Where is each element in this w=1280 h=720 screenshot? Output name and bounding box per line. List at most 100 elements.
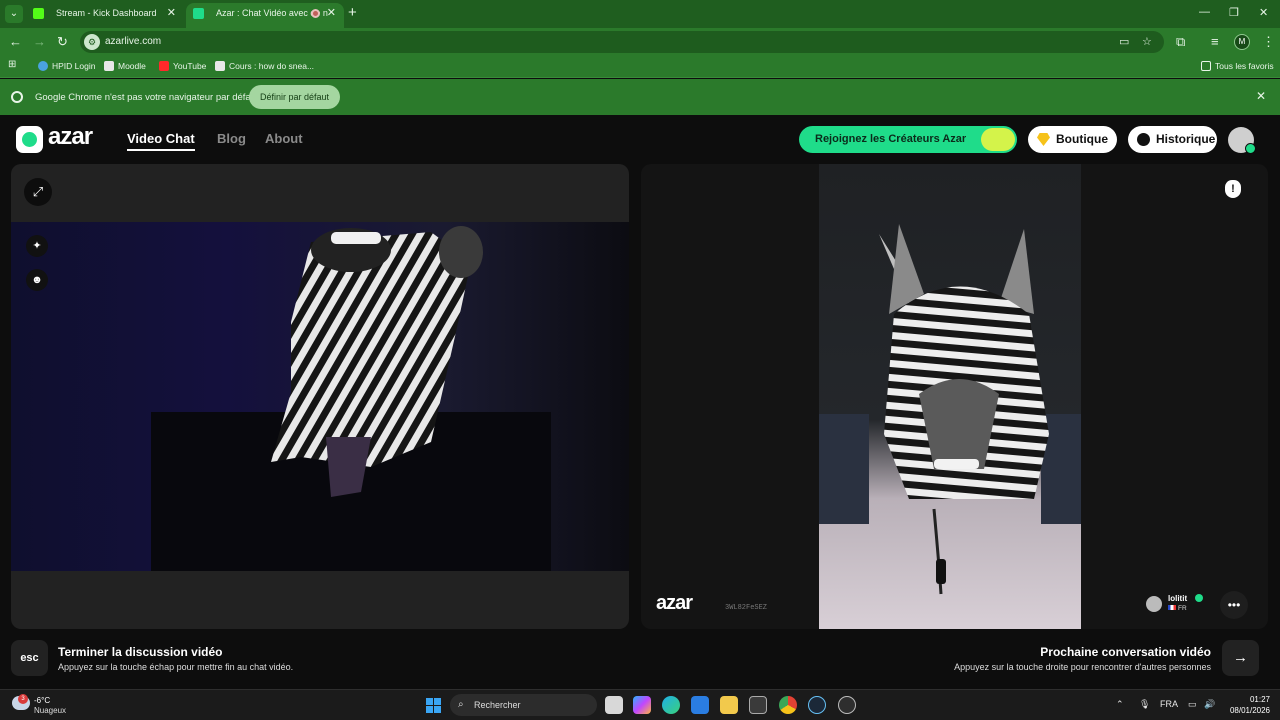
chrome-taskbar-icon[interactable] xyxy=(779,696,797,714)
session-id: 3WL82FeSEZ xyxy=(725,604,768,612)
youtube-icon xyxy=(159,61,169,71)
bookmark-moodle[interactable]: Moodle xyxy=(104,61,146,71)
tab-label: Stream - Kick Dashboard xyxy=(56,8,157,18)
peer-country: FR xyxy=(1168,605,1187,612)
bookmark-hpid[interactable]: HPID Login xyxy=(38,61,95,71)
user-avatar[interactable] xyxy=(1228,127,1256,154)
windows-start-icon[interactable] xyxy=(426,698,441,713)
local-video-panel: ⤢ ✦ ☻ xyxy=(11,164,629,629)
folder-icon xyxy=(1201,61,1211,71)
verified-badge-icon xyxy=(1195,594,1203,602)
next-arrow-button[interactable]: → xyxy=(1222,640,1259,676)
face-filter-icon[interactable]: ☻ xyxy=(26,269,48,291)
set-default-button[interactable]: Définir par défaut xyxy=(249,85,340,109)
nav-about[interactable]: About xyxy=(265,131,303,146)
close-infobar-icon[interactable]: ✕ xyxy=(1256,89,1266,103)
copilot-icon[interactable] xyxy=(633,696,651,714)
tab-strip: ⌄ Stream - Kick Dashboard ✕ Azar : Chat … xyxy=(0,0,1280,28)
cast-icon[interactable]: ▭ xyxy=(1119,35,1129,48)
reload-icon[interactable]: ↻ xyxy=(57,34,68,50)
apps-grid-icon[interactable]: ⊞ xyxy=(8,59,16,70)
kick-favicon-icon xyxy=(33,8,44,19)
tab-search-button[interactable]: ⌄ xyxy=(5,5,23,23)
azar-watermark: azar xyxy=(656,592,693,614)
steam-icon[interactable] xyxy=(808,696,826,714)
volume-icon[interactable]: 🔊 xyxy=(1204,699,1215,710)
new-tab-button[interactable]: + xyxy=(348,4,357,21)
bookmarks-bar: ⊞ HPID Login Moodle YouTube Cours : how … xyxy=(0,56,1280,78)
esc-key-button[interactable]: esc xyxy=(11,640,48,676)
diamond-icon xyxy=(1037,133,1050,146)
globe-icon xyxy=(38,61,48,71)
zebra-mask-filter xyxy=(151,226,551,571)
system-clock[interactable]: 01:27 08/01/2026 xyxy=(1222,694,1270,716)
chrome-menu-icon[interactable]: ⋮ xyxy=(1262,34,1275,50)
chrome-icon xyxy=(11,91,23,103)
join-creators-button[interactable]: Rejoignez les Créateurs Azar xyxy=(799,126,1017,153)
shop-button[interactable]: Boutique xyxy=(1028,126,1117,153)
azar-logo[interactable]: azar xyxy=(48,123,93,151)
taskbar-search[interactable]: ⌕ Rechercher xyxy=(450,694,597,716)
window-close-button[interactable]: ✕ xyxy=(1259,6,1268,19)
language-indicator[interactable]: FRA xyxy=(1160,699,1178,709)
microsoft-store-icon[interactable] xyxy=(749,696,767,714)
remote-video-panel: ! azar 3WL82FeSEZ lolitit FR ••• xyxy=(641,164,1268,629)
tray-overflow-icon[interactable]: ⌃ xyxy=(1116,699,1124,710)
next-call-subtitle: Appuyez sur la touche droite pour rencon… xyxy=(954,662,1211,672)
media-controls-icon[interactable]: ≡ xyxy=(1211,34,1219,49)
back-icon[interactable]: ← xyxy=(9,34,22,49)
flag-fr-icon xyxy=(1168,605,1176,610)
azar-page: azar Video Chat Blog About Rejoignez les… xyxy=(0,115,1280,689)
chat-bubble-icon[interactable]: ••• xyxy=(1220,591,1248,619)
url-text: azarlive.com xyxy=(105,36,162,47)
local-camera-feed xyxy=(11,222,629,571)
search-icon: ⌕ xyxy=(458,699,464,710)
clock-icon xyxy=(1137,133,1150,146)
effects-sparkle-icon[interactable]: ✦ xyxy=(26,235,48,257)
zebra-mask-remote xyxy=(819,224,1081,595)
bookmark-cours[interactable]: Cours : how do snea... xyxy=(215,61,314,71)
expand-icon[interactable]: ⤢ xyxy=(24,178,52,206)
restore-button[interactable]: ❐ xyxy=(1229,6,1239,19)
history-button[interactable]: Historique xyxy=(1128,126,1217,153)
page-icon xyxy=(215,61,225,71)
tab-azar[interactable]: Azar : Chat Vidéo avec de n ✕ xyxy=(186,3,344,28)
weather-badge: 3 xyxy=(18,694,28,704)
microphone-icon[interactable]: 🎙 xyxy=(1139,699,1150,710)
close-tab-icon[interactable]: ✕ xyxy=(327,3,336,24)
report-shield-icon[interactable]: ! xyxy=(1225,180,1241,198)
tab-kick-dashboard[interactable]: Stream - Kick Dashboard ✕ xyxy=(26,3,184,28)
obs-icon[interactable] xyxy=(838,696,856,714)
nav-video-chat[interactable]: Video Chat xyxy=(127,131,195,151)
creators-illustration xyxy=(981,128,1015,151)
weather-description: Nuageux xyxy=(34,706,67,715)
outlook-icon[interactable] xyxy=(691,696,709,714)
bookmark-youtube[interactable]: YouTube xyxy=(159,61,206,71)
task-view-icon[interactable] xyxy=(605,696,623,714)
end-call-title: Terminer la discussion vidéo xyxy=(58,645,223,659)
recording-indicator-icon xyxy=(311,9,320,18)
nav-blog[interactable]: Blog xyxy=(217,131,246,146)
address-bar[interactable]: ⚙ azarlive.com ▭ ☆ xyxy=(80,31,1164,53)
next-call-title: Prochaine conversation vidéo xyxy=(1040,645,1211,659)
clock-date: 08/01/2026 xyxy=(1229,706,1270,715)
profile-avatar[interactable]: M xyxy=(1234,34,1250,50)
all-bookmarks[interactable]: Tous les favoris xyxy=(1201,61,1274,71)
toolbar: ← → ↻ ⚙ azarlive.com ▭ ☆ ⧉ ≡ M ⋮ xyxy=(0,28,1280,56)
bookmark-star-icon[interactable]: ☆ xyxy=(1142,35,1152,48)
azar-logo-icon[interactable] xyxy=(16,126,43,153)
minimize-button[interactable]: — xyxy=(1199,6,1210,18)
file-explorer-icon[interactable] xyxy=(720,696,738,714)
network-icon[interactable]: ▭ xyxy=(1188,699,1197,710)
temperature: -6°C xyxy=(34,696,51,705)
forward-icon[interactable]: → xyxy=(33,34,46,49)
edge-icon[interactable] xyxy=(662,696,680,714)
close-tab-icon[interactable]: ✕ xyxy=(167,3,176,24)
windows-taskbar: 3 -6°C Nuageux ⌕ Rechercher ⌃ 🎙 FRA ▭ 🔊 … xyxy=(0,689,1280,720)
site-info-icon[interactable]: ⚙ xyxy=(84,34,100,50)
peer-info[interactable]: lolitit FR xyxy=(1146,594,1216,616)
extensions-icon[interactable]: ⧉ xyxy=(1176,34,1185,50)
page-icon xyxy=(104,61,114,71)
peer-avatar xyxy=(1146,596,1162,612)
default-browser-infobar: Google Chrome n'est pas votre navigateur… xyxy=(0,79,1280,115)
